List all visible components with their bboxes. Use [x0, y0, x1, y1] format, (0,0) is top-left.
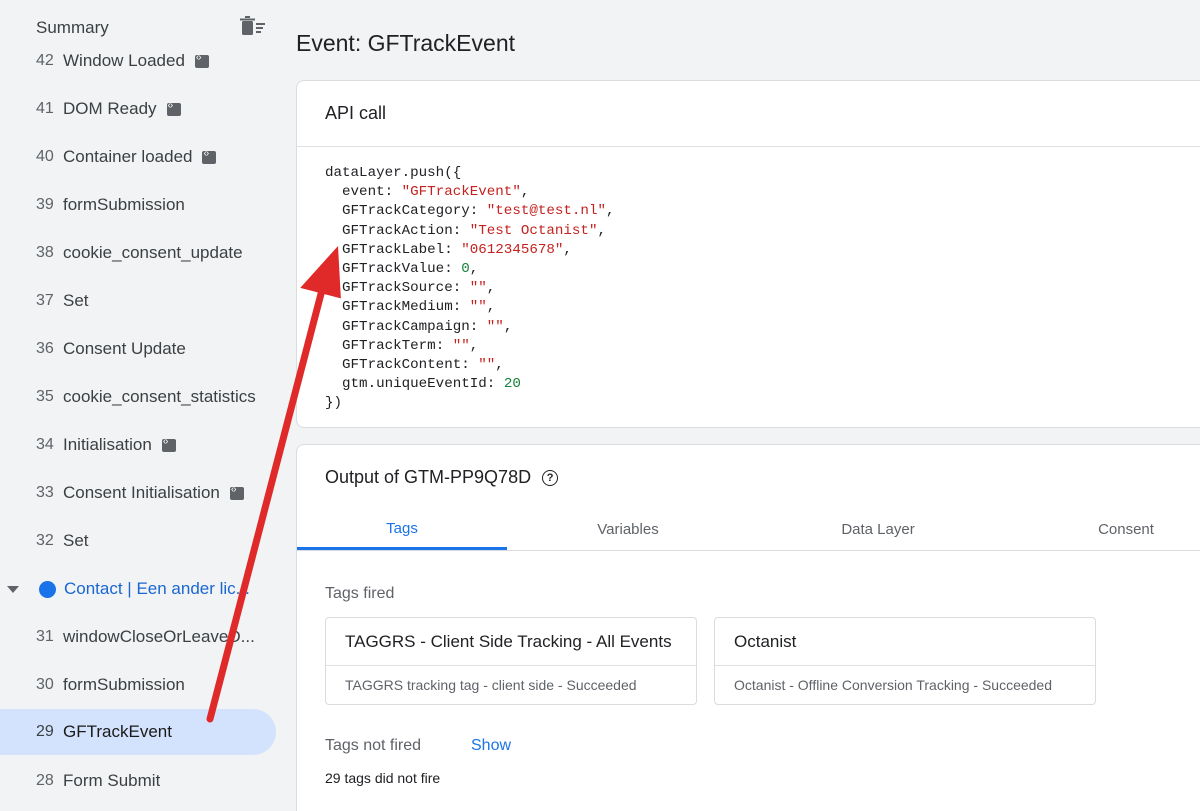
code-close: }) — [325, 395, 343, 412]
code-tag-icon — [161, 436, 176, 452]
clear-all-icon[interactable] — [240, 16, 266, 38]
event-item-39[interactable]: 39 formSubmission — [0, 182, 276, 228]
code-value: "" — [452, 337, 470, 354]
event-item-36[interactable]: 36 Consent Update — [0, 326, 276, 372]
tab-consent[interactable]: Consent — [1021, 509, 1200, 549]
event-item-31[interactable]: 31 windowCloseOrLeaveD... — [0, 614, 276, 660]
code-value: 20 — [503, 376, 521, 393]
code-tag-icon — [229, 484, 244, 500]
code-value: "test@test.nl" — [486, 203, 606, 220]
tags-not-fired-label: Tags not fired — [325, 737, 422, 754]
code-line: GFTrackSource: "", — [342, 280, 496, 297]
show-not-fired-link[interactable]: Show — [471, 737, 511, 755]
tag-card-octanist[interactable]: Octanist Octanist - Offline Conversion T… — [714, 617, 1096, 705]
code-line: GFTrackTerm: "", — [342, 337, 479, 354]
code-key: GFTrackValue — [342, 261, 445, 278]
event-item-28[interactable]: 28 Form Submit — [0, 758, 276, 804]
tag-card-title: Octanist — [734, 632, 797, 651]
code-key: GFTrackMedium — [342, 299, 453, 316]
api-call-title: API call — [325, 103, 387, 123]
code-line: GFTrackValue: 0, — [342, 261, 479, 278]
tab-variables[interactable]: Variables — [523, 509, 733, 549]
code-value: "" — [469, 280, 487, 297]
tags-fired-label: Tags fired — [325, 585, 395, 602]
tag-card-subtitle: Octanist - Offline Conversion Tracking -… — [734, 677, 1053, 693]
code-key: GFTrackContent — [342, 357, 462, 374]
not-fired-count: 29 tags did not fire — [325, 770, 441, 786]
output-card: Output of GTM-PP9Q78D ? Tags Variables D… — [296, 444, 1200, 811]
code-value: "" — [486, 318, 504, 335]
event-item-29-selected[interactable]: 29 GFTrackEvent — [0, 709, 276, 755]
event-item-33[interactable]: 33 Consent Initialisation — [0, 470, 276, 516]
tag-card-subtitle: TAGGRS tracking tag - client side - Succ… — [345, 677, 637, 693]
code-key: event — [342, 184, 385, 201]
event-item-34[interactable]: 34 Initialisation — [0, 422, 276, 468]
sidebar-title: Summary — [36, 18, 109, 37]
divider — [715, 665, 1095, 666]
code-tag-icon — [194, 52, 209, 68]
tag-card-title: TAGGRS - Client Side Tracking - All Even… — [345, 632, 672, 651]
sidebar: 42 Window Loaded 41 DOM Ready 40 Contain… — [0, 0, 285, 810]
code-value: 0 — [461, 261, 470, 278]
output-tabs: Tags Variables Data Layer Consent — [297, 509, 1200, 551]
output-title: Output of GTM-PP9Q78D ? — [325, 467, 559, 488]
page-title: Event: GFTrackEvent — [296, 30, 515, 56]
chevron-down-icon[interactable] — [7, 586, 19, 593]
api-call-header: API call — [297, 81, 1200, 147]
tag-card-taggrs[interactable]: TAGGRS - Client Side Tracking - All Even… — [325, 617, 697, 705]
event-item-41[interactable]: 41 DOM Ready — [0, 86, 276, 132]
sidebar-header: Summary — [0, 0, 285, 52]
event-list: 42 Window Loaded 41 DOM Ready 40 Contain… — [0, 0, 285, 810]
code-tag-icon — [202, 148, 217, 164]
page-dot-icon — [39, 580, 56, 598]
code-line: GFTrackMedium: "", — [342, 299, 496, 316]
code-line: event: "GFTrackEvent", — [342, 184, 530, 201]
code-value: "Test Octanist" — [469, 222, 598, 239]
code-line: GFTrackLabel: "0612345678", — [342, 241, 572, 258]
event-item-32[interactable]: 32 Set — [0, 518, 276, 564]
page-group-contact[interactable]: Contact | Een ander lic... — [0, 566, 276, 612]
code-line: GFTrackContent: "", — [342, 357, 504, 374]
api-call-card: API call dataLayer.push({ event: "GFTrac… — [296, 80, 1200, 428]
code-key: gtm.uniqueEventId — [342, 376, 487, 393]
code-key: GFTrackCampaign — [342, 318, 470, 335]
code-value: "0612345678" — [461, 241, 564, 258]
code-open: dataLayer.push({ — [325, 165, 462, 181]
event-item-30[interactable]: 30 formSubmission — [0, 662, 276, 708]
code-value: "" — [469, 299, 487, 316]
code-key: GFTrackTerm — [342, 337, 436, 354]
code-line: GFTrackAction: "Test Octanist", — [342, 222, 606, 239]
code-value: "" — [478, 357, 496, 374]
event-item-35[interactable]: 35 cookie_consent_statistics — [0, 374, 276, 420]
code-key: GFTrackLabel — [342, 241, 445, 258]
tab-tags[interactable]: Tags — [297, 509, 507, 550]
code-key: GFTrackAction — [342, 222, 453, 239]
tab-data-layer[interactable]: Data Layer — [773, 509, 983, 549]
event-item-37[interactable]: 37 Set — [0, 278, 276, 324]
help-icon[interactable]: ? — [542, 469, 559, 486]
code-tag-icon — [166, 100, 181, 116]
divider — [326, 665, 696, 666]
code-line: gtm.uniqueEventId: 20 — [342, 376, 521, 393]
code-key: GFTrackSource — [342, 280, 453, 297]
code-line: GFTrackCategory: "test@test.nl", — [342, 203, 615, 220]
code-line: GFTrackCampaign: "", — [342, 318, 513, 335]
code-value: "GFTrackEvent" — [401, 184, 521, 201]
event-item-40[interactable]: 40 Container loaded — [0, 134, 276, 180]
datalayer-code: dataLayer.push({ event: "GFTrackEvent", … — [325, 164, 615, 414]
code-key: GFTrackCategory — [342, 203, 470, 220]
event-item-38[interactable]: 38 cookie_consent_update — [0, 230, 276, 276]
